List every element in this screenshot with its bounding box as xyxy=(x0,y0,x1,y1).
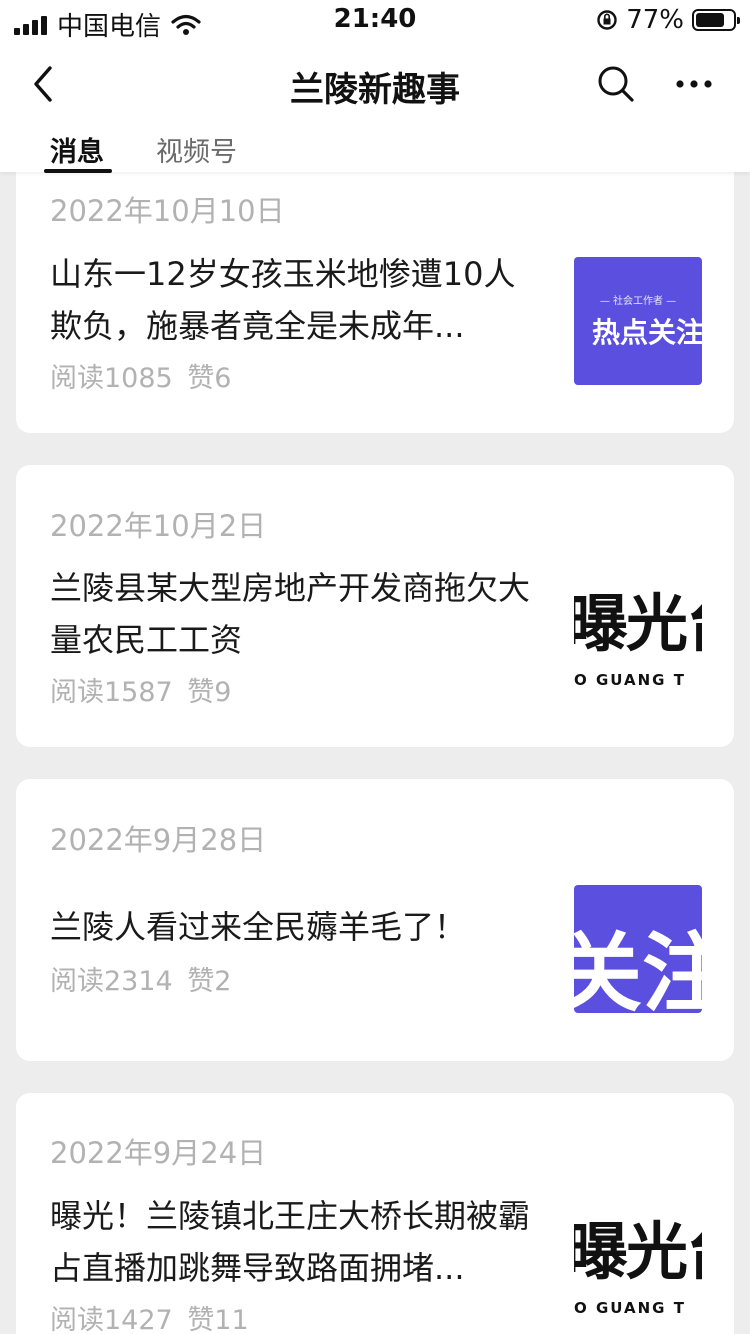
thumb-subtext: O GUANG T xyxy=(574,671,686,689)
thumb-text: 热点关注 xyxy=(592,315,702,349)
article-thumbnail[interactable]: 关注 xyxy=(574,885,702,1013)
article-meta: 阅读1427 赞11 xyxy=(50,1298,255,1334)
read-count: 阅读1085 xyxy=(50,363,173,394)
thumb-text: 曝光台 xyxy=(574,1215,702,1288)
article-title[interactable]: 兰陵县某大型房地产开发商拖欠大量农民工工资 xyxy=(50,562,536,666)
article-date: 2022年9月28日 xyxy=(50,823,267,857)
read-count: 阅读1587 xyxy=(50,677,173,708)
more-horizontal-icon[interactable] xyxy=(670,62,718,106)
article-meta: 阅读2314 赞2 xyxy=(50,959,238,998)
thumb-text: 关注 xyxy=(574,924,702,1013)
status-bar: 中国电信 21:40 77% xyxy=(0,0,750,42)
thumb-caption: — 社会工作者 — xyxy=(599,295,677,307)
article-date: 2022年10月10日 xyxy=(50,194,285,228)
article-title[interactable]: 曝光！兰陵镇北王庄大桥长期被霸占直播加跳舞导致路面拥堵... xyxy=(50,1190,536,1294)
tab-messages[interactable]: 消息 xyxy=(50,130,104,169)
article-thumbnail[interactable]: 曝光台 O GUANG T xyxy=(574,1199,702,1327)
article-card[interactable]: 2022年10月2日 兰陵县某大型房地产开发商拖欠大量农民工工资 阅读1587 … xyxy=(16,465,734,747)
article-thumbnail[interactable]: — 社会工作者 — 热点关注 xyxy=(574,257,702,385)
active-tab-indicator xyxy=(44,169,112,173)
like-count: 赞9 xyxy=(187,677,232,708)
battery-icon xyxy=(692,9,740,31)
battery-percent: 77% xyxy=(626,5,684,35)
read-count: 阅读1427 xyxy=(50,1305,173,1334)
tab-channels[interactable]: 视频号 xyxy=(156,130,237,169)
like-count: 赞2 xyxy=(187,966,232,997)
article-card[interactable]: 2022年9月24日 曝光！兰陵镇北王庄大桥长期被霸占直播加跳舞导致路面拥堵..… xyxy=(16,1093,734,1334)
battery-fill xyxy=(696,13,724,27)
like-count: 赞6 xyxy=(187,363,232,394)
tab-bar: 消息 视频号 xyxy=(0,126,750,173)
article-title[interactable]: 兰陵人看过来全民薅羊毛了！ xyxy=(50,901,536,953)
nav-header: 兰陵新趣事 消息 视频号 xyxy=(0,40,750,173)
read-count: 阅读2314 xyxy=(50,966,173,997)
like-count: 赞11 xyxy=(187,1305,249,1334)
article-card[interactable]: 2022年9月28日 兰陵人看过来全民薅羊毛了！ 阅读2314 赞2 关注 xyxy=(16,779,734,1061)
article-date: 2022年9月24日 xyxy=(50,1136,267,1170)
article-meta: 阅读1085 赞6 xyxy=(50,356,238,395)
article-date: 2022年10月2日 xyxy=(50,509,267,543)
article-title[interactable]: 山东一12岁女孩玉米地惨遭10人欺负，施暴者竟全是未成年... xyxy=(50,248,536,352)
search-icon[interactable] xyxy=(594,62,638,106)
article-thumbnail[interactable]: 曝光台 O GUANG T xyxy=(574,571,702,699)
rotation-lock-icon xyxy=(597,10,617,30)
thumb-text: 曝光台 xyxy=(574,587,702,660)
thumb-subtext: O GUANG T xyxy=(574,1299,686,1317)
status-right: 77% xyxy=(596,5,740,35)
article-meta: 阅读1587 赞9 xyxy=(50,670,238,709)
